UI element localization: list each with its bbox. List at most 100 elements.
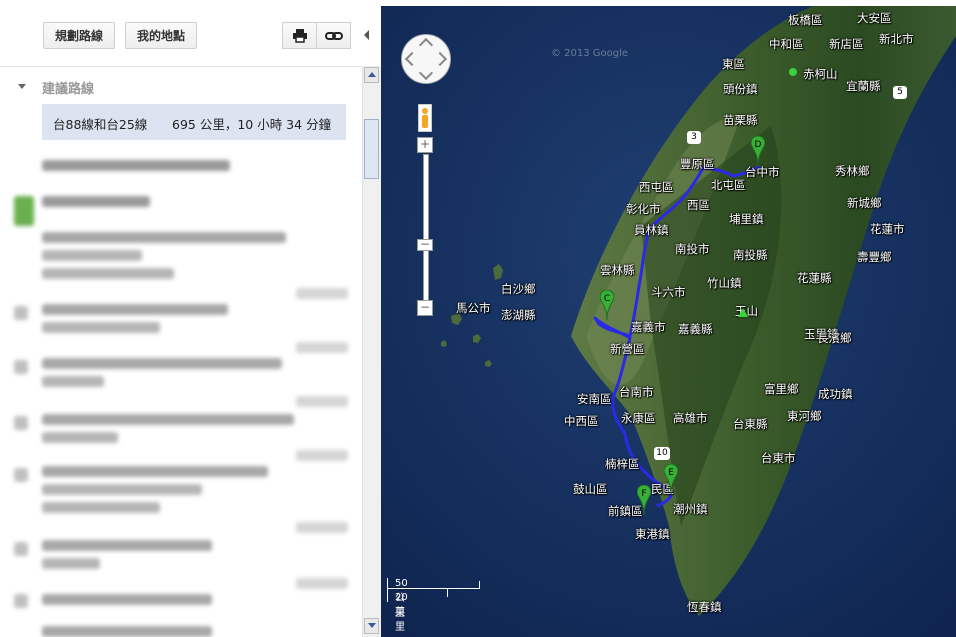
- marker-letter: C: [604, 294, 610, 304]
- section-title: 建議路線: [42, 82, 95, 97]
- pan-right-icon[interactable]: [432, 51, 448, 67]
- plan-route-button[interactable]: 規劃路線: [43, 22, 115, 49]
- scale-tick: [447, 589, 448, 597]
- collapse-triangle-icon[interactable]: [18, 84, 26, 89]
- street-view-pegman-icon[interactable]: [417, 103, 433, 133]
- map-label: 東港鎮: [635, 527, 670, 541]
- marker-c[interactable]: C: [599, 289, 615, 321]
- scroll-down-button[interactable]: [364, 618, 379, 634]
- map-label: 埔里鎮: [729, 212, 764, 226]
- map-label: 苗栗縣: [723, 113, 758, 127]
- map-label: 恆春鎮: [687, 600, 722, 614]
- satellite-map: [381, 6, 956, 637]
- map-label: 壽豐鄉: [857, 250, 892, 264]
- map-label: 南投縣: [733, 248, 768, 262]
- marker-d[interactable]: D: [750, 135, 766, 167]
- map-copyright: © 2013 Google: [551, 48, 629, 59]
- map-label: 中和區: [769, 37, 804, 51]
- map-label: 赤柯山: [803, 67, 838, 81]
- map-label: 東區: [722, 57, 745, 71]
- route-summary: 695 公里，10 小時 34 分鐘: [172, 117, 332, 132]
- link-icon: [324, 31, 343, 40]
- map-label: 嘉義市: [631, 320, 666, 334]
- collapse-arrow-icon: [364, 30, 369, 40]
- map-label: 大安區: [857, 11, 892, 25]
- scale-tick: [479, 581, 480, 589]
- map-label: 雲林縣: [600, 263, 635, 277]
- map-label: 彰化市: [626, 202, 661, 216]
- pan-down-icon[interactable]: [418, 65, 434, 81]
- my-places-button[interactable]: 我的地點: [125, 22, 197, 49]
- map-label: 台南市: [619, 385, 654, 399]
- scroll-thumb[interactable]: [364, 119, 379, 179]
- road-shield-icon: 10: [654, 447, 670, 460]
- map-label: 新營區: [610, 342, 645, 356]
- marker-letter: F: [641, 489, 646, 499]
- map-label: 台中市: [745, 165, 780, 179]
- map-label: 白沙鄉: [501, 282, 536, 296]
- pan-left-icon[interactable]: [404, 51, 420, 67]
- scale-tick: [387, 578, 388, 602]
- map-label: 花蓮縣: [797, 271, 832, 285]
- mountain-icon: [738, 308, 748, 317]
- route-name: 台88線和台25線: [53, 117, 148, 132]
- route-option[interactable]: 台88線和台25線 695 公里，10 小時 34 分鐘: [42, 104, 346, 140]
- map-label: 富里鄉: [764, 382, 799, 396]
- map-label: 東河鄉: [787, 409, 822, 423]
- collapse-panel-button[interactable]: [362, 28, 372, 42]
- map-label: 馬公市: [456, 301, 491, 315]
- map-label: 澎湖縣: [501, 308, 536, 322]
- map-label: 斗六市: [651, 285, 686, 299]
- print-button[interactable]: [282, 22, 317, 49]
- map-label: 豐原區: [680, 157, 715, 171]
- map-label: 新城鄉: [847, 196, 882, 210]
- marker-e[interactable]: E: [663, 463, 679, 495]
- map-label: 西區: [687, 198, 710, 212]
- map-label: 潮州鎮: [673, 502, 708, 516]
- road-shield-icon: 3: [687, 131, 701, 144]
- map-label: 新店區: [829, 37, 864, 51]
- link-button[interactable]: [316, 22, 351, 49]
- map-label: 宜蘭縣: [846, 79, 881, 93]
- road-shield-icon: 5: [893, 86, 907, 99]
- map-label: 長濱鄉: [817, 331, 852, 345]
- pan-up-icon[interactable]: [418, 37, 434, 53]
- scale-line: [387, 588, 479, 589]
- map-label: 台東縣: [733, 417, 768, 431]
- map-label: 北屯區: [711, 178, 746, 192]
- map-label: 鼓山區: [573, 482, 608, 496]
- marker-letter: E: [668, 468, 674, 478]
- scroll-down-icon: [368, 623, 376, 628]
- map-label: 台東市: [761, 451, 796, 465]
- pan-control[interactable]: [401, 34, 451, 84]
- scale-mi-label: 20 英里: [395, 592, 408, 633]
- zoom-out-button[interactable]: −: [417, 300, 433, 316]
- map-label: 新北市: [879, 32, 914, 46]
- map-label: 嘉義縣: [678, 322, 713, 336]
- map-label: 楠梓區: [605, 457, 640, 471]
- zoom-in-button[interactable]: +: [417, 137, 433, 153]
- map-view[interactable]: 板橋區 大安區 中和區 新店區 新北市 東區 赤柯山 宜蘭縣 頭份鎮 苗栗縣 台…: [381, 6, 956, 637]
- map-label: 安南區: [577, 392, 612, 406]
- park-icon: [789, 68, 797, 76]
- map-label: 成功鎮: [818, 387, 853, 401]
- map-label: 花蓮市: [870, 222, 905, 236]
- map-label: 西屯區: [639, 180, 674, 194]
- panel-scrollbar[interactable]: [362, 66, 381, 637]
- zoom-slider[interactable]: [423, 154, 429, 312]
- print-icon: [292, 28, 307, 43]
- directions-panel: 規劃路線 我的地點 建議路線 台88線和台25線 695 公里，10 小時 34…: [0, 0, 380, 637]
- map-label: 中西區: [564, 414, 599, 428]
- map-label: 南投市: [675, 242, 710, 256]
- map-label: 員林鎮: [634, 223, 669, 237]
- map-label: 高雄市: [673, 411, 708, 425]
- zoom-slider-thumb[interactable]: −: [417, 238, 433, 251]
- map-label: 秀林鄉: [835, 164, 870, 178]
- panel-toolbar: 規劃路線 我的地點: [0, 0, 380, 67]
- scroll-up-button[interactable]: [364, 67, 379, 83]
- map-label: 板橋區: [788, 13, 823, 27]
- marker-letter: D: [755, 140, 762, 150]
- map-label: 永康區: [621, 411, 656, 425]
- map-label: 竹山鎮: [707, 276, 742, 290]
- marker-f[interactable]: F: [636, 484, 652, 516]
